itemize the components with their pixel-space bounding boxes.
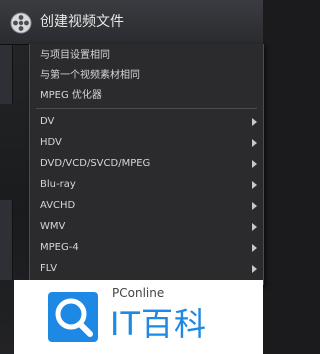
submenu-arrow-icon: [252, 118, 257, 126]
menu-item-label: Blu-ray: [40, 179, 76, 190]
menu-item-same-as-project[interactable]: 与项目设置相同: [30, 46, 263, 66]
menu-item-label: MPEG-4: [40, 242, 79, 253]
menu-item-label: DV: [40, 116, 55, 127]
menu-item-label: DVD/VCD/SVCD/MPEG: [40, 158, 151, 169]
menu-item-label: 与项目设置相同: [40, 50, 110, 61]
menu-item-dv[interactable]: DV: [30, 112, 263, 132]
menu-item-blu-ray[interactable]: Blu-ray: [30, 175, 263, 195]
side-panel-strip: [0, 200, 13, 280]
menu-header: 创建视频文件: [0, 0, 263, 45]
submenu-arrow-icon: [252, 265, 257, 273]
menu-item-label: WMV: [40, 221, 66, 232]
watermark-brand: PConline: [112, 286, 165, 300]
watermark-name: IT百科: [110, 305, 207, 343]
submenu-arrow-icon: [252, 202, 257, 210]
menu-item-label: MPEG 优化器: [40, 90, 102, 101]
submenu-arrow-icon: [252, 244, 257, 252]
film-reel-icon: [10, 12, 32, 34]
submenu-arrow-icon: [252, 139, 257, 147]
menu-item-dvd-vcd-svcd-mpeg[interactable]: DVD/VCD/SVCD/MPEG: [30, 154, 263, 174]
submenu-arrow-icon: [252, 160, 257, 168]
menu-item-same-as-first-clip[interactable]: 与第一个视频素材相同: [30, 66, 263, 86]
menu-item-label: HDV: [40, 137, 62, 148]
menu-item-mpeg-optimizer[interactable]: MPEG 优化器: [30, 86, 263, 106]
menu-separator: [36, 108, 257, 109]
pconline-watermark: PConline IT百科: [14, 280, 263, 354]
menu-item-label: AVCHD: [40, 200, 76, 211]
create-video-file-menu: 与项目设置相同 与第一个视频素材相同 MPEG 优化器 DV HDV DVD/V…: [29, 44, 264, 285]
menu-item-mpeg-4[interactable]: MPEG-4: [30, 238, 263, 258]
menu-item-wmv[interactable]: WMV: [30, 217, 263, 237]
menu-item-label: 与第一个视频素材相同: [40, 70, 140, 81]
menu-item-flv[interactable]: FLV: [30, 259, 263, 279]
submenu-arrow-icon: [252, 181, 257, 189]
menu-item-label: FLV: [40, 263, 58, 274]
menu-title: 创建视频文件: [40, 14, 124, 30]
menu-item-avchd[interactable]: AVCHD: [30, 196, 263, 216]
side-panel-strip: [0, 44, 13, 104]
menu-item-hdv[interactable]: HDV: [30, 133, 263, 153]
magnifier-logo-icon: [48, 292, 98, 342]
submenu-arrow-icon: [252, 223, 257, 231]
